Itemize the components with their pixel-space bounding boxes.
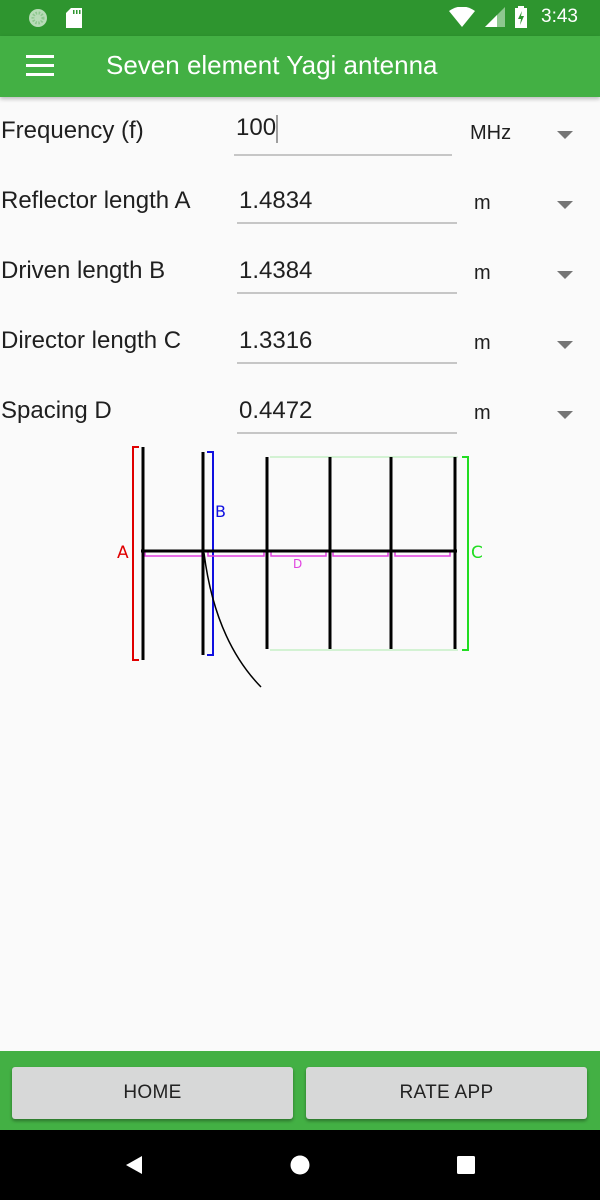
reflector-value: 1.4834 — [239, 187, 313, 214]
spacing-value: 0.4472 — [239, 397, 313, 424]
d-dimension-label: D — [293, 557, 302, 571]
c-dimension-label: C — [471, 543, 483, 563]
dropdown-arrow-icon — [557, 411, 573, 419]
director-input[interactable]: 1.3316 — [237, 322, 457, 364]
director-value: 1.3316 — [239, 327, 313, 354]
driven-value: 1.4384 — [239, 257, 313, 284]
battery-charging-icon — [515, 6, 528, 28]
reflector-input[interactable]: 1.4834 — [237, 182, 457, 224]
frequency-unit: MHz — [470, 122, 512, 144]
driven-row: Driven length B 1.4384 m — [0, 252, 600, 322]
frequency-input[interactable]: 100 — [234, 112, 452, 156]
reflector-label: Reflector length A — [1, 187, 191, 214]
back-triangle-icon — [126, 1156, 142, 1174]
driven-input[interactable]: 1.4384 — [237, 252, 457, 294]
d-spacing-brackets — [144, 552, 451, 557]
system-navigation-bar — [0, 1130, 600, 1200]
director-row: Director length C 1.3316 m — [0, 322, 600, 392]
sd-card-icon — [66, 8, 82, 28]
home-button[interactable]: HOME — [12, 1067, 293, 1119]
spacing-unit-select[interactable]: m — [460, 396, 590, 436]
bottom-button-bar: HOME RATE APP — [0, 1051, 600, 1130]
reflector-unit: m — [474, 192, 491, 214]
app-bar: Seven element Yagi antenna — [0, 36, 600, 97]
recents-button[interactable] — [446, 1150, 486, 1180]
director-extent-lines — [270, 456, 458, 651]
a-dimension-label: A — [117, 543, 129, 563]
frequency-label: Frequency (f) — [1, 117, 144, 144]
back-button[interactable] — [114, 1150, 154, 1180]
director-label: Director length C — [1, 327, 182, 354]
reflector-unit-select[interactable]: m — [460, 186, 590, 226]
director-unit-select[interactable]: m — [460, 326, 590, 366]
wifi-icon — [449, 7, 476, 27]
frequency-unit-select[interactable]: MHz — [460, 116, 590, 156]
driven-unit-select[interactable]: m — [460, 256, 590, 296]
recents-square-icon — [457, 1156, 475, 1174]
status-time: 3:43 — [541, 6, 578, 27]
app-title: Seven element Yagi antenna — [106, 50, 438, 80]
cell-signal-icon — [485, 7, 506, 27]
director-unit: m — [474, 332, 491, 354]
home-circle-icon — [290, 1155, 310, 1175]
status-bar: 3:43 — [0, 0, 600, 36]
sync-icon — [29, 9, 47, 27]
yagi-antenna-diagram: C A B D — [117, 446, 483, 688]
driven-unit: m — [474, 262, 491, 284]
dropdown-arrow-icon — [557, 131, 573, 139]
a-dimension-bracket — [132, 446, 139, 661]
spacing-unit: m — [474, 402, 491, 424]
text-cursor — [276, 114, 279, 143]
dropdown-arrow-icon — [557, 271, 573, 279]
dropdown-arrow-icon — [557, 201, 573, 209]
rate-app-button[interactable]: RATE APP — [306, 1067, 587, 1119]
frequency-value: 100 — [236, 114, 277, 141]
reflector-row: Reflector length A 1.4834 m — [0, 182, 600, 252]
spacing-label: Spacing D — [1, 397, 112, 424]
b-dimension-label: B — [215, 502, 226, 521]
frequency-row: Frequency (f) 100 MHz — [0, 112, 600, 182]
c-dimension-bracket — [462, 456, 469, 651]
driven-label: Driven length B — [1, 257, 166, 284]
dropdown-arrow-icon — [557, 341, 573, 349]
home-nav-button[interactable] — [280, 1150, 320, 1180]
spacing-input[interactable]: 0.4472 — [237, 392, 457, 434]
hamburger-menu-icon[interactable] — [26, 55, 56, 77]
